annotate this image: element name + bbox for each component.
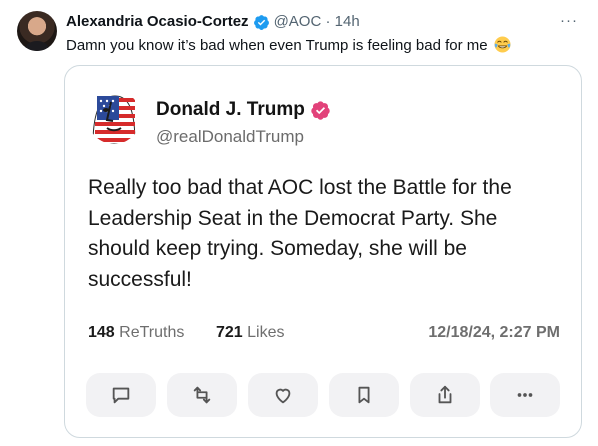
embedded-post-text: Really too bad that AOC lost the Battle …	[88, 176, 512, 291]
reply-icon	[86, 373, 156, 417]
likes-stat: 721 Likes	[216, 324, 285, 342]
author-avatar[interactable]	[17, 11, 57, 51]
embedded-author-handle: @realDonaldTrump	[156, 127, 304, 146]
author-handle[interactable]: @AOC	[274, 13, 322, 31]
like-icon	[248, 373, 318, 417]
retruths-count: 148	[88, 324, 115, 341]
more-options-icon[interactable]: ···	[558, 11, 580, 29]
post-text-body: Damn you know it’s bad when even Trump i…	[66, 37, 488, 54]
tweet-post[interactable]: Alexandria Ocasio-Cortez @AOC · 14h ··· …	[0, 0, 598, 446]
post-text: Damn you know it’s bad when even Trump i…	[66, 36, 511, 55]
more-icon	[490, 373, 560, 417]
embedded-screenshot[interactable]: Donald J. Trump @realDonaldTrump Really …	[64, 65, 582, 438]
retruths-stat: 148 ReTruths	[88, 324, 184, 342]
separator-dot: ·	[325, 13, 331, 30]
retruths-label: ReTruths	[119, 324, 185, 341]
embedded-author-name: Donald J. Trump	[156, 99, 331, 121]
verified-badge-icon	[253, 14, 269, 30]
embedded-action-bar	[86, 373, 560, 417]
face-with-tears-of-joy-icon	[494, 36, 511, 53]
bookmark-icon	[329, 373, 399, 417]
embedded-author-avatar	[87, 90, 141, 144]
embedded-author-name-text: Donald J. Trump	[156, 99, 305, 120]
share-icon	[410, 373, 480, 417]
likes-count: 721	[216, 324, 243, 341]
likes-label: Likes	[247, 324, 285, 341]
embedded-timestamp: 12/18/24, 2:27 PM	[428, 324, 560, 341]
author-name[interactable]: Alexandria Ocasio-Cortez	[66, 13, 249, 31]
post-time[interactable]: 14h	[335, 13, 360, 31]
retruth-icon	[167, 373, 237, 417]
verified-badge-icon	[311, 100, 330, 120]
post-header: Alexandria Ocasio-Cortez @AOC · 14h	[66, 13, 360, 31]
